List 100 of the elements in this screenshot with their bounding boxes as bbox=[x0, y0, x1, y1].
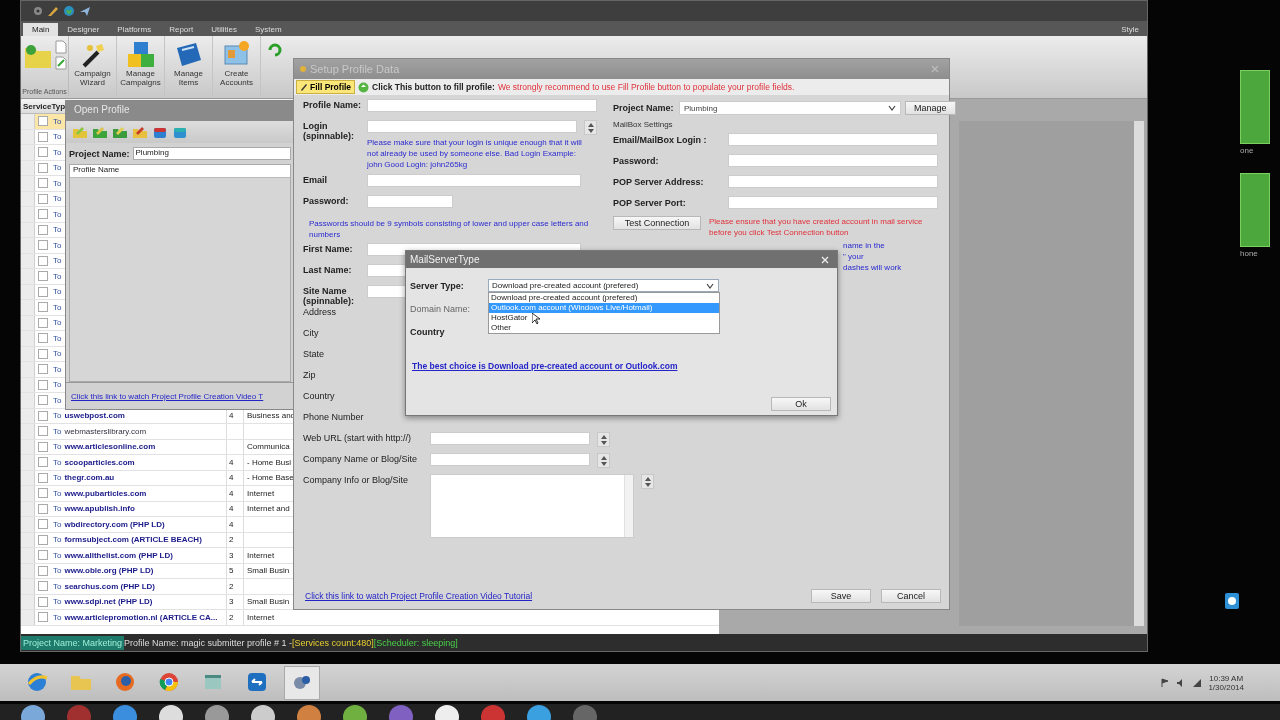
checkbox[interactable] bbox=[38, 379, 48, 390]
table-cell: - Home Busi bbox=[247, 457, 291, 467]
cancel-button[interactable]: Cancel bbox=[881, 589, 941, 603]
info-link[interactable]: The best choice is Download pre-created account or Outlook.com bbox=[410, 361, 833, 371]
ribbon-button[interactable]: Manage Items bbox=[165, 36, 213, 96]
app-icon[interactable] bbox=[20, 704, 46, 720]
ribbon-tab[interactable]: Report bbox=[160, 23, 203, 36]
app-icon[interactable] bbox=[204, 704, 230, 720]
input-field[interactable] bbox=[367, 195, 453, 208]
database-icon[interactable] bbox=[152, 125, 168, 139]
folder-icon[interactable] bbox=[92, 125, 108, 139]
input-field[interactable] bbox=[367, 99, 597, 112]
input-field[interactable] bbox=[367, 120, 577, 133]
ribbon-tab[interactable]: Utilities bbox=[202, 23, 246, 36]
folder-icon[interactable] bbox=[112, 125, 128, 139]
checkbox[interactable] bbox=[38, 565, 48, 576]
app-icon[interactable] bbox=[250, 704, 276, 720]
field-label: Zip bbox=[303, 369, 316, 380]
table-cell: 4 bbox=[229, 504, 234, 514]
ribbon-button[interactable]: Create Accounts bbox=[213, 36, 261, 96]
spin-button[interactable] bbox=[641, 474, 654, 489]
checkbox[interactable] bbox=[38, 550, 48, 561]
input-field[interactable] bbox=[367, 174, 581, 187]
manage-button[interactable]: Manage bbox=[905, 101, 956, 115]
checkbox[interactable] bbox=[38, 286, 48, 297]
folder-icon[interactable] bbox=[132, 125, 148, 139]
test-connection-button[interactable]: Test Connection bbox=[613, 216, 701, 230]
ribbon-tab[interactable]: System bbox=[245, 23, 291, 36]
dropdown-option[interactable]: Other bbox=[489, 323, 719, 333]
input-field[interactable] bbox=[728, 154, 938, 167]
input-field[interactable] bbox=[430, 453, 590, 466]
database-icon[interactable] bbox=[172, 125, 188, 139]
row-type-label: To bbox=[52, 256, 62, 266]
checkbox[interactable] bbox=[38, 441, 48, 452]
checkbox[interactable] bbox=[38, 519, 48, 530]
checkbox[interactable] bbox=[38, 503, 48, 514]
checkbox[interactable] bbox=[38, 271, 48, 282]
fill-profile-button[interactable]: Fill Profile bbox=[296, 80, 356, 94]
checkbox[interactable] bbox=[38, 410, 48, 421]
style-menu[interactable]: Style bbox=[1121, 25, 1139, 36]
row-type-label: To bbox=[52, 209, 62, 219]
app-icon[interactable] bbox=[434, 704, 460, 720]
ribbon-button[interactable]: Manage Campaigns bbox=[117, 36, 165, 96]
checkbox[interactable] bbox=[38, 224, 48, 235]
checkbox[interactable] bbox=[38, 255, 48, 266]
input-field[interactable] bbox=[728, 175, 938, 188]
field-label: Server Type: bbox=[410, 280, 465, 291]
app-tile[interactable] bbox=[1240, 70, 1270, 144]
checkbox[interactable] bbox=[38, 178, 48, 189]
checkbox[interactable] bbox=[38, 131, 48, 142]
checkbox[interactable] bbox=[38, 596, 48, 607]
project-dropdown[interactable]: Plumbing bbox=[679, 101, 901, 115]
checkbox[interactable] bbox=[38, 193, 48, 204]
checkbox[interactable] bbox=[38, 116, 48, 127]
checkbox[interactable] bbox=[38, 457, 48, 468]
checkbox[interactable] bbox=[38, 395, 48, 406]
ribbon-tab[interactable]: Main bbox=[23, 23, 59, 36]
ribbon-tab[interactable]: Designer bbox=[58, 23, 109, 36]
project-field[interactable]: Plumbing bbox=[132, 147, 291, 160]
checkbox[interactable] bbox=[38, 162, 48, 173]
checkbox[interactable] bbox=[38, 147, 48, 158]
checkbox[interactable] bbox=[38, 581, 48, 592]
column-header[interactable]: Profile Name bbox=[70, 165, 290, 178]
checkbox[interactable] bbox=[38, 302, 48, 313]
input-field[interactable] bbox=[728, 196, 938, 209]
checkbox[interactable] bbox=[38, 240, 48, 251]
spin-button[interactable] bbox=[597, 432, 610, 447]
row-type-label: To bbox=[52, 380, 62, 390]
column-header[interactable]: ServiceTyp bbox=[21, 101, 66, 111]
ribbon-tab[interactable]: Platforms bbox=[108, 23, 161, 36]
app-tile[interactable] bbox=[1240, 173, 1270, 247]
save-button[interactable]: Save bbox=[811, 589, 871, 603]
input-field[interactable] bbox=[728, 133, 938, 146]
text-area[interactable] bbox=[430, 474, 634, 538]
dropdown-option[interactable]: Download pre-created account (prefered) bbox=[489, 293, 719, 303]
ribbon-button[interactable]: Campaign Wizard bbox=[69, 36, 117, 96]
dropdown-option[interactable]: HostGator bbox=[489, 313, 719, 323]
app-icon[interactable] bbox=[342, 704, 368, 720]
taskbar-button[interactable] bbox=[284, 665, 320, 700]
tutorial-link[interactable]: Click this link to watch Project Profile Creation Video Tutorial bbox=[305, 591, 533, 601]
scrollbar[interactable] bbox=[1134, 121, 1144, 626]
tutorial-link[interactable]: Click this link to watch Project Profile Creation Video T bbox=[71, 391, 264, 401]
spin-button[interactable] bbox=[597, 453, 610, 468]
row-type-label: To bbox=[52, 349, 62, 359]
checkbox[interactable] bbox=[38, 426, 48, 437]
app-icon[interactable] bbox=[158, 704, 184, 720]
checkbox[interactable] bbox=[38, 209, 48, 220]
ok-button[interactable]: Ok bbox=[771, 397, 831, 411]
checkbox[interactable] bbox=[38, 612, 48, 623]
checkbox[interactable] bbox=[38, 364, 48, 375]
app-icon[interactable] bbox=[526, 704, 552, 720]
checkbox[interactable] bbox=[38, 317, 48, 328]
spin-button[interactable] bbox=[584, 120, 597, 135]
checkbox[interactable] bbox=[38, 488, 48, 499]
input-field[interactable] bbox=[430, 432, 590, 445]
checkbox[interactable] bbox=[38, 534, 48, 545]
scrollbar[interactable] bbox=[624, 475, 633, 537]
checkbox[interactable] bbox=[38, 472, 48, 483]
checkbox[interactable] bbox=[38, 333, 48, 344]
checkbox[interactable] bbox=[38, 348, 48, 359]
